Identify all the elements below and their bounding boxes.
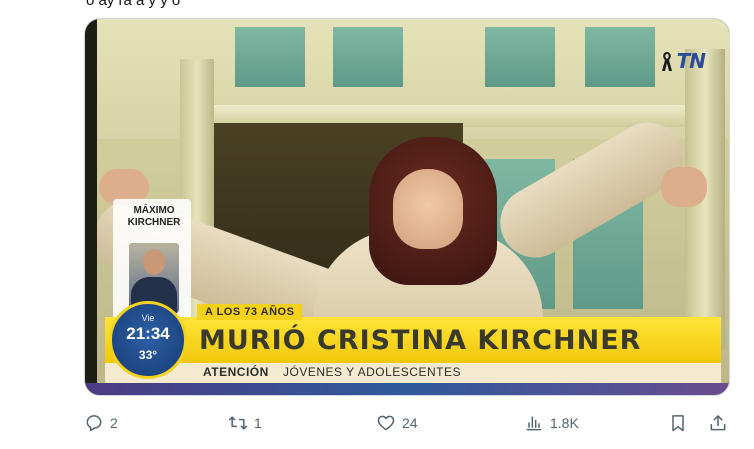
reply-icon [86,415,102,432]
bookmark-icon [672,415,684,432]
headline-text: MURIÓ CRISTINA KIRCHNER [199,325,642,356]
views-count: 1.8K [550,415,579,431]
heart-icon [377,415,395,431]
tweet-media-image[interactable]: TN MÁXIMO KIRCHNER A LOS 73 AÑOS MURIÓ C… [84,18,730,396]
reply-count: 2 [110,415,118,431]
person-hand-right [661,167,707,207]
mourning-ribbon-icon [661,52,672,71]
avatar-head [143,249,165,275]
window-pane [333,27,403,87]
retweet-count: 1 [254,415,262,431]
clock-time: 21:34 [126,324,170,343]
tweet-action-bar: 2 1 24 1.8K [84,410,736,436]
share-button[interactable] [708,410,728,436]
subheadline-label: ATENCIÓN [203,365,269,379]
views-button[interactable]: 1.8K [524,410,579,436]
channel-logo: TN [661,49,706,73]
clock-temperature: 33° [138,348,158,362]
tweet-page: ó ay ra a y y ó TN MÁXIMO KIRCHNER A LOS… [0,0,754,449]
like-button[interactable]: 24 [376,410,418,436]
window-pane [485,27,555,87]
like-count: 24 [402,415,418,431]
share-icon [710,415,726,431]
subheadline-text: JÓVENES Y ADOLESCENTES [283,365,461,379]
views-icon [526,416,542,431]
clock-day: Vie [141,313,155,323]
screen-edge [85,19,97,395]
tweet-text-fragment: ó ay ra a y y ó [86,0,181,9]
person-face [393,169,463,249]
ticker-strip [85,383,729,395]
retweet-button[interactable]: 1 [228,410,262,436]
channel-logo-text: TN [676,49,706,73]
reply-button[interactable]: 2 [84,410,118,436]
window-pane [585,27,655,87]
clock-badge: Vie 21:34 33° [109,301,187,379]
window-pane [235,27,305,87]
retweet-icon [228,416,248,430]
headline-kicker: A LOS 73 AÑOS [197,304,303,320]
caption-name: MÁXIMO KIRCHNER [127,205,181,228]
bookmark-button[interactable] [668,410,688,436]
